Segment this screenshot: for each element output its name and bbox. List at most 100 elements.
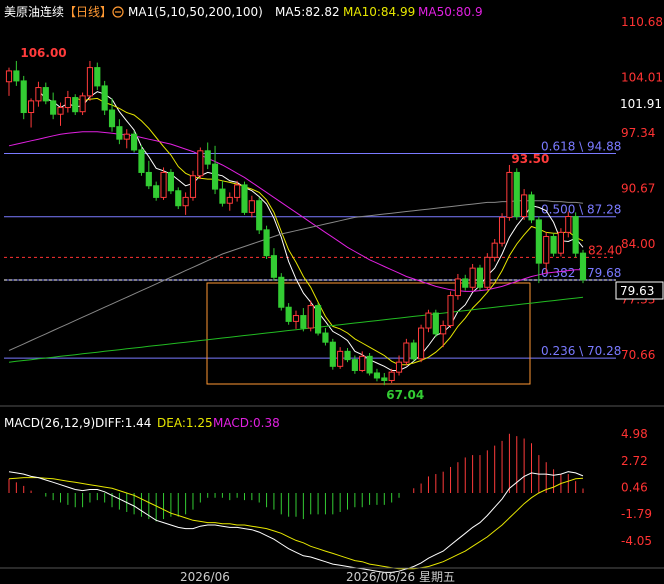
price-tick-0: 110.68 <box>621 15 663 29</box>
candle-body-10 <box>79 95 86 113</box>
candle-body-69 <box>513 171 520 218</box>
candle-body-36 <box>270 255 277 278</box>
x-label-month: 2026/06 <box>180 570 230 584</box>
candle-body-74 <box>550 236 557 254</box>
last-price-badge: 79.63 <box>615 281 664 300</box>
candle-body-63 <box>469 267 476 288</box>
candle-body-23 <box>175 190 182 207</box>
candle-body-70 <box>521 194 528 218</box>
candle-body-34 <box>256 200 263 231</box>
price-tick-3: 90.67 <box>621 182 655 196</box>
macd-tick-0: 4.98 <box>621 427 648 441</box>
oil-futures-chart: 美原油连续 【日线】 MA1(5,10,50,200,100) MA5:82.8… <box>0 0 664 584</box>
candle-body-35 <box>263 229 270 257</box>
candle-body-14 <box>108 109 116 128</box>
candle-body-8 <box>64 97 71 109</box>
candle-body-76 <box>565 216 572 233</box>
x-label-date: 2026/06/26 星期五 <box>346 570 455 584</box>
candle-body-6 <box>50 100 57 115</box>
macd-diff: DIFF:1.44 <box>95 416 151 430</box>
macd-dea: DEA:1.25 <box>157 416 213 430</box>
candle-body-18 <box>138 149 145 173</box>
candle-body-58 <box>432 312 439 335</box>
macd-label: MACD(26,12,9) <box>4 416 95 430</box>
candle-body-27 <box>204 150 211 165</box>
candle-body-31 <box>234 184 241 198</box>
symbol-title: 美原油连续 <box>4 4 64 19</box>
swing-high-label: 93.50 <box>511 152 549 166</box>
candle-body-3 <box>28 100 35 114</box>
candle-body-19 <box>145 171 152 187</box>
candle-body-1 <box>13 70 20 82</box>
candle-body-64 <box>476 267 484 288</box>
candle-body-78 <box>579 252 587 281</box>
candle-body-56 <box>418 327 425 360</box>
price-tick-4: 84.00 <box>621 237 655 251</box>
candle-body-24 <box>182 196 189 207</box>
chart-header: 美原油连续 【日线】 MA1(5,10,50,200,100) MA5:82.8… <box>4 4 483 19</box>
last-price-value: 79.63 <box>620 284 654 298</box>
candle-body-52 <box>388 371 395 381</box>
candle-body-65 <box>484 256 491 288</box>
price-tick-2: 97.34 <box>621 126 655 140</box>
candle-body-43 <box>322 332 329 343</box>
candle-body-22 <box>167 171 174 192</box>
candle-body-44 <box>329 341 336 367</box>
high-label: 106.00 <box>20 46 66 60</box>
candle-body-4 <box>35 87 42 102</box>
candle-body-37 <box>278 276 285 308</box>
candle-body-40 <box>300 315 307 329</box>
candle-body-11 <box>86 67 94 97</box>
candle-body-17 <box>131 133 138 151</box>
candle-body-62 <box>462 278 469 288</box>
candle-body-54 <box>403 342 410 363</box>
candle-body-51 <box>381 377 388 381</box>
current-price-badge: 101.91 <box>616 95 663 112</box>
candle-body-50 <box>373 372 381 379</box>
candle-body-61 <box>454 278 461 297</box>
ma50-value: MA50:80.9 <box>418 5 483 19</box>
candle-body-72 <box>535 219 542 264</box>
candle-body-16 <box>123 133 130 140</box>
candle-body-77 <box>572 216 579 254</box>
price-tick-1: 104.01 <box>621 71 663 85</box>
candle-body-21 <box>160 171 167 198</box>
candle-body-55 <box>410 342 417 360</box>
ma10-value: MA10:84.99 <box>343 5 415 19</box>
ma5-value: MA5:82.82 <box>275 5 340 19</box>
candle-body-53 <box>395 361 403 373</box>
candle-body-0 <box>5 70 13 83</box>
candle-body-48 <box>359 355 366 371</box>
candle-body-26 <box>197 150 204 177</box>
candle-body-71 <box>528 194 535 221</box>
candle-body-57 <box>425 312 432 329</box>
candle-body-5 <box>42 87 49 102</box>
candle-body-29 <box>219 188 226 204</box>
macd-tick-4: -4.05 <box>621 534 652 548</box>
candle-body-38 <box>285 306 292 322</box>
candle-body-47 <box>351 359 358 371</box>
candle-body-7 <box>57 107 64 115</box>
candle-body-30 <box>226 196 233 204</box>
candle-body-75 <box>557 231 564 254</box>
period-label[interactable]: 【日线】 <box>64 5 112 19</box>
candle-body-41 <box>307 305 314 329</box>
fib-label-3: 0.236 \ 70.28 <box>541 344 621 358</box>
low-label: 67.04 <box>386 388 424 402</box>
candle-body-42 <box>315 305 322 334</box>
candle-body-25 <box>189 175 197 198</box>
candle-body-32 <box>241 184 248 213</box>
macd-value: MACD:0.38 <box>213 416 280 430</box>
macd-tick-2: 0.46 <box>621 481 648 495</box>
macd-tick-3: -1.79 <box>621 507 652 521</box>
fib-label-0: 0.618 \ 94.88 <box>541 139 621 153</box>
candle-body-13 <box>101 85 108 111</box>
candle-body-20 <box>153 185 160 198</box>
level-label: 82.40 <box>588 243 622 257</box>
candle-body-68 <box>506 171 513 218</box>
candle-body-49 <box>366 355 373 374</box>
candle-body-2 <box>20 80 27 114</box>
candle-body-59 <box>440 325 447 335</box>
macd-tick-1: 2.72 <box>621 454 648 468</box>
candle-body-15 <box>116 126 123 140</box>
